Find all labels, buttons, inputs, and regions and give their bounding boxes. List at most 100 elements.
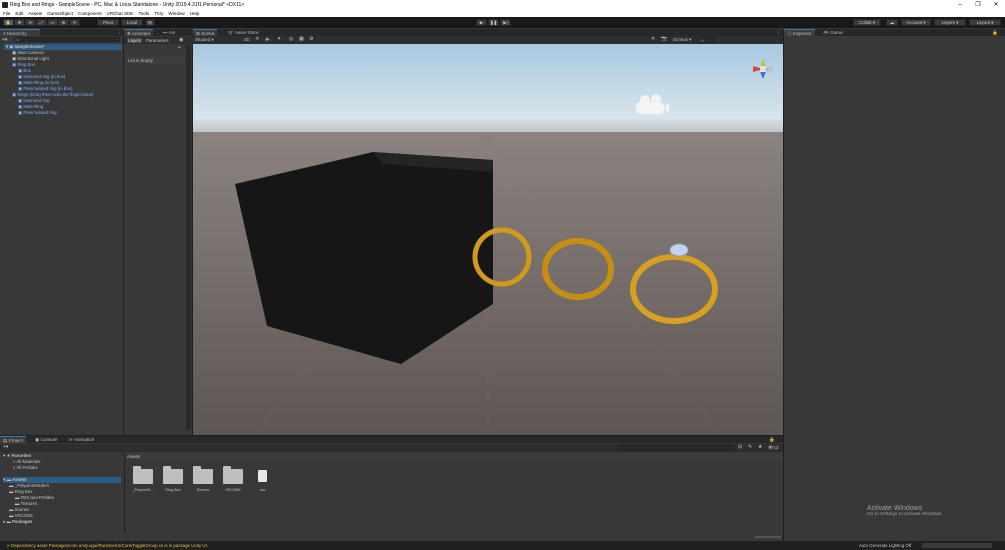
snap-icon[interactable]: ⊞ <box>145 19 155 26</box>
search-by-label-icon[interactable]: ✎ <box>748 444 752 450</box>
favorites-label: Favorites <box>11 453 32 458</box>
tab-animator[interactable]: ✥ Animator <box>124 29 154 36</box>
folder-icon: ▬ <box>6 519 11 524</box>
tab-game[interactable]: 🎮 Game <box>820 29 846 36</box>
2d-toggle[interactable]: 2D <box>244 37 250 42</box>
plain-twisted-ring-object[interactable] <box>542 238 614 300</box>
camera-gizmo-icon[interactable] <box>636 94 669 114</box>
status-message[interactable]: Dependency asset Packages/com.unity.ugui… <box>11 543 208 548</box>
cloud-icon[interactable]: ☁ <box>886 19 898 26</box>
tab-animation[interactable]: ⊳ Animation <box>66 436 97 443</box>
scene-grid-icon[interactable]: ▦ <box>299 36 304 42</box>
hierarchy-search-input[interactable] <box>14 37 120 42</box>
expand-arrow-icon[interactable]: ▾ <box>3 453 5 458</box>
tab-hierarchy[interactable]: ≡ Hierarchy <box>0 29 40 36</box>
menu-component[interactable]: Component <box>78 10 102 17</box>
project-tree: ▾ ★ Favorites ⌕ All Materials ⌕ All Pref… <box>3 453 121 525</box>
menu-help[interactable]: Help <box>190 10 199 17</box>
scene-panel-menu-icon[interactable]: ⋮ <box>773 29 784 36</box>
diamond-ring-object[interactable] <box>630 254 718 324</box>
orientation-gizmo-icon[interactable] <box>753 59 773 79</box>
local-toggle[interactable]: Local <box>121 19 143 26</box>
maximize-button[interactable]: ❐ <box>969 0 987 10</box>
layers-dropdown[interactable]: Layers ▾ <box>934 19 966 26</box>
add-parameter-icon[interactable]: + <box>178 45 181 51</box>
play-button[interactable]: ▶ <box>476 19 487 26</box>
breadcrumb[interactable]: Assets <box>125 453 783 460</box>
folder-icon: ▬ <box>6 477 11 482</box>
audio-toggle-icon[interactable]: 🔈 <box>265 36 271 42</box>
menu-assets[interactable]: Assets <box>28 10 42 17</box>
folder-icon[interactable] <box>223 466 243 484</box>
custom-tool-icon[interactable]: ✕ <box>69 19 80 26</box>
hand-tool-icon[interactable]: ✋ <box>3 19 14 26</box>
menu-window[interactable]: Window <box>168 10 184 17</box>
close-button[interactable]: ✕ <box>987 0 1005 10</box>
ring-box-object[interactable] <box>235 152 493 364</box>
lock-icon[interactable]: 🔒 <box>989 29 1001 36</box>
tab-inspector[interactable]: ⓘ Inspector <box>784 29 815 36</box>
diamond-gem <box>669 243 689 257</box>
eye-icon[interactable]: ◉ <box>179 37 183 43</box>
hierarchy-item-label: Ring Box <box>17 62 36 67</box>
favorite-star-icon[interactable]: ★ <box>758 444 762 450</box>
pivot-toggle[interactable]: Pivot <box>97 19 119 26</box>
rect-tool-icon[interactable]: ▭ <box>47 19 58 26</box>
search-by-type-icon[interactable]: ⊟ <box>738 444 742 450</box>
transform-gizmo-icon[interactable]: ✕ <box>651 36 655 42</box>
lighting-toggle-icon[interactable]: ☀ <box>255 36 259 42</box>
hidden-objects-icon[interactable]: ◎ <box>289 36 293 42</box>
expand-arrow-icon[interactable]: ▾ <box>3 477 5 482</box>
icon-size-slider[interactable] <box>755 536 781 538</box>
project-lock-icon[interactable]: 🔒 <box>766 436 778 443</box>
account-dropdown[interactable]: Account ▾ <box>901 19 931 26</box>
tab-inspector-label: Inspector <box>792 31 812 36</box>
favorite-item[interactable]: ⌕ All Prefabs <box>3 465 121 471</box>
move-tool-icon[interactable]: ✥ <box>14 19 25 26</box>
tab-project[interactable]: ▤ Project <box>0 436 26 443</box>
tab-console[interactable]: ▣ Console <box>32 436 60 443</box>
camera-settings-icon[interactable]: 📷 <box>661 36 667 42</box>
layout-dropdown[interactable]: Layout ▾ <box>969 19 1001 26</box>
parameters-subtab[interactable]: Parameters <box>146 38 169 43</box>
script-file-icon[interactable] <box>258 470 267 482</box>
collab-button[interactable]: Collab ▾ <box>853 19 881 26</box>
tab-asset-store-label: Asset Store <box>234 30 259 35</box>
menu-file[interactable]: File <box>3 10 10 17</box>
collapse-arrow-icon[interactable]: ▸ <box>3 519 5 524</box>
transform-tool-icon[interactable]: ⊕ <box>58 19 69 26</box>
pause-button[interactable]: ❚❚ <box>488 19 499 26</box>
menu-vrchat-sdk[interactable]: VRChat SDK <box>107 10 134 17</box>
folder-icon[interactable] <box>193 466 213 484</box>
tab-scene[interactable]: ⊞ Scene <box>193 29 218 36</box>
menu-tools[interactable]: Tools <box>138 10 149 17</box>
gizmos-dropdown[interactable]: Gizmos ▾ <box>673 37 691 43</box>
tools-icon[interactable]: ⚙ <box>309 36 313 42</box>
scene-search-input[interactable] <box>699 37 715 43</box>
menu-thry[interactable]: Thry <box>154 10 163 17</box>
step-button[interactable]: ▶| <box>500 19 511 26</box>
minimize-button[interactable]: – <box>951 0 969 10</box>
scale-tool-icon[interactable]: ⤢ <box>36 19 47 26</box>
project-search-input[interactable] <box>618 445 734 451</box>
expand-arrow-icon[interactable]: ▾ <box>6 44 8 49</box>
hidden-packages-count[interactable]: 👁13 <box>768 445 778 451</box>
animator-scrollbar[interactable] <box>186 45 191 430</box>
folder-icon[interactable] <box>133 466 153 484</box>
effects-toggle-icon[interactable]: ✦ <box>277 36 281 42</box>
folder-icon[interactable] <box>163 466 183 484</box>
menu-gameobject[interactable]: GameObject <box>47 10 73 17</box>
scene-viewport[interactable] <box>193 44 783 435</box>
shading-dropdown[interactable]: Shaded ▾ <box>195 37 239 43</box>
hierarchy-item[interactable]: ▣ Plain twisted ring <box>4 110 122 116</box>
rotate-tool-icon[interactable]: ⟳ <box>25 19 36 26</box>
menu-edit[interactable]: Edit <box>15 10 23 17</box>
layers-subtab[interactable]: Layers <box>127 38 143 43</box>
create-plus-icon[interactable]: +▾ <box>2 37 7 43</box>
tab-ani[interactable]: ⊷ Ani <box>160 29 178 36</box>
project-create-icon[interactable]: +▾ <box>3 444 8 450</box>
panel-menu-icon[interactable]: ⋮ <box>114 29 125 36</box>
packages-label: Packages <box>12 519 33 524</box>
packages-row[interactable]: ▸ ▬ Packages <box>3 519 121 525</box>
tab-asset-store[interactable]: 🛒 Asset Store <box>225 29 262 36</box>
